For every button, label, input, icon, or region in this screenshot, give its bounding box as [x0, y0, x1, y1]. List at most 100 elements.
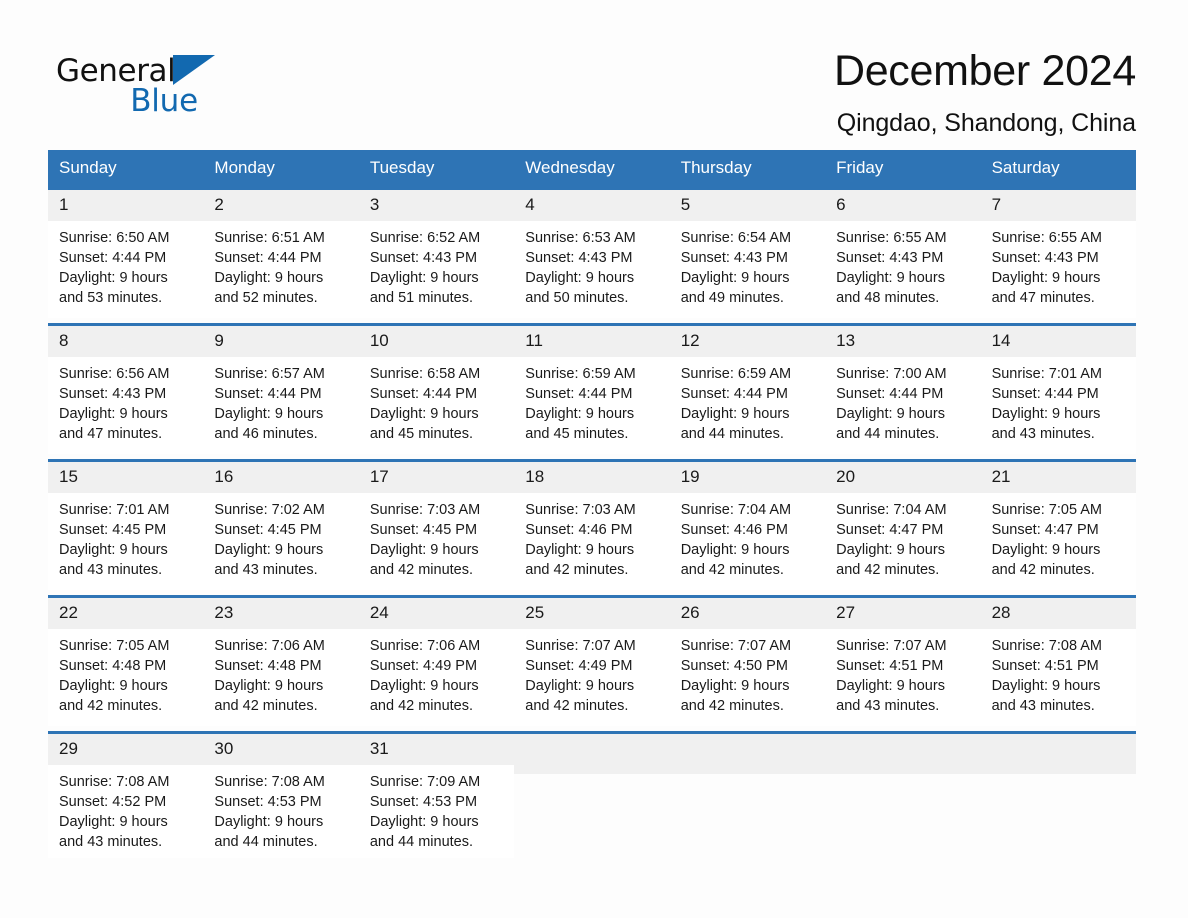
daylight-line2-text: and 42 minutes.	[369, 698, 474, 714]
sunset-text: Sunset: 4:52 PM	[59, 794, 167, 810]
sunrise-text: Sunrise: 6:54 AM	[680, 230, 792, 246]
daylight-line1-text: Daylight: 9 hours	[214, 270, 324, 286]
page-subtitle: Qingdao, Shandong, China	[836, 109, 1136, 137]
calendar-week-row: 29 Sunrise: 7:08 AM Sunset: 4:52 PM Dayligh…	[48, 731, 1136, 858]
day-cell[interactable]: 25 Sunrise: 7:07 AM Sunset: 4:49 PM Dayligh…	[514, 598, 670, 726]
day-cell[interactable]: 15 Sunrise: 7:01 AM Sunset: 4:45 PM Dayligh…	[48, 462, 204, 590]
day-cell[interactable]: 2 Sunrise: 6:51 AM Sunset: 4:44 PM Daylight…	[203, 190, 359, 318]
daylight-line1-text: Daylight: 9 hours	[59, 814, 168, 830]
day-cell[interactable]: 19 Sunrise: 7:04 AM Sunset: 4:46 PM Dayligh…	[669, 462, 826, 590]
day-details: Sunrise: 6:55 AM Sunset: 4:43 PM Daylight:…	[825, 221, 980, 314]
day-number	[669, 734, 826, 774]
day-cell[interactable]: 9 Sunrise: 6:57 AM Sunset: 4:44 PM Daylight…	[203, 326, 359, 454]
daylight-line2-text: and 42 minutes.	[59, 698, 163, 714]
calendar-week-row: 1 Sunrise: 6:50 AM Sunset: 4:44 PM Daylight…	[48, 187, 1136, 318]
calendar-weeks: 1 Sunrise: 6:50 AM Sunset: 4:44 PM Daylight…	[48, 187, 1136, 858]
sunrise-text: Sunrise: 6:53 AM	[525, 230, 636, 246]
daylight-line1-text: Daylight: 9 hours	[525, 270, 635, 286]
day-cell[interactable]: 23 Sunrise: 7:06 AM Sunset: 4:48 PM Dayligh…	[203, 598, 359, 726]
day-cell[interactable]: 16 Sunrise: 7:02 AM Sunset: 4:45 PM Dayligh…	[203, 462, 359, 590]
sunrise-text: Sunrise: 6:59 AM	[525, 366, 636, 382]
day-cell[interactable]: 26 Sunrise: 7:07 AM Sunset: 4:50 PM Dayligh…	[669, 598, 826, 726]
daylight-line1-text: Daylight: 9 hours	[836, 406, 945, 422]
sunset-text: Sunset: 4:43 PM	[369, 250, 478, 266]
day-number: 13	[825, 326, 981, 357]
daylight-line1-text: Daylight: 9 hours	[59, 406, 168, 422]
calendar-week-row: 8 Sunrise: 6:56 AM Sunset: 4:43 PM Daylight…	[48, 323, 1136, 454]
sunset-text: Sunset: 4:43 PM	[991, 250, 1099, 266]
daylight-line2-text: and 44 minutes.	[680, 426, 784, 442]
day-cell[interactable]: 13 Sunrise: 7:00 AM Sunset: 4:44 PM Dayligh…	[825, 326, 981, 454]
day-cell[interactable]: 30 Sunrise: 7:08 AM Sunset: 4:53 PM Dayligh…	[203, 734, 359, 858]
day-cell[interactable]: 24 Sunrise: 7:06 AM Sunset: 4:49 PM Dayligh…	[358, 598, 515, 726]
daylight-line1-text: Daylight: 9 hours	[59, 270, 168, 286]
sunrise-text: Sunrise: 6:50 AM	[59, 230, 170, 246]
day-cell[interactable]: 20 Sunrise: 7:04 AM Sunset: 4:47 PM Dayligh…	[825, 462, 981, 590]
day-cell[interactable]: 3 Sunrise: 6:52 AM Sunset: 4:43 PM Daylight…	[358, 190, 515, 318]
sunrise-text: Sunrise: 7:08 AM	[59, 774, 170, 790]
sunrise-text: Sunrise: 7:07 AM	[680, 638, 792, 654]
day-cell[interactable]: 1 Sunrise: 6:50 AM Sunset: 4:44 PM Daylight…	[48, 190, 204, 318]
daylight-line1-text: Daylight: 9 hours	[525, 542, 635, 558]
day-cell[interactable]: 14 Sunrise: 7:01 AM Sunset: 4:44 PM Dayligh…	[980, 326, 1136, 454]
generalblue-logo[interactable]: General Blue	[56, 44, 216, 118]
sunset-text: Sunset: 4:43 PM	[680, 250, 788, 266]
day-cell[interactable]: 21 Sunrise: 7:05 AM Sunset: 4:47 PM Dayligh…	[980, 462, 1136, 590]
day-number: 16	[203, 462, 359, 493]
sunset-text: Sunset: 4:47 PM	[991, 522, 1099, 538]
day-cell[interactable]: 18 Sunrise: 7:03 AM Sunset: 4:46 PM Dayligh…	[514, 462, 670, 590]
daylight-line1-text: Daylight: 9 hours	[680, 406, 790, 422]
day-cell[interactable]: 4 Sunrise: 6:53 AM Sunset: 4:43 PM Daylight…	[514, 190, 670, 318]
sunset-text: Sunset: 4:45 PM	[59, 522, 167, 538]
daylight-line1-text: Daylight: 9 hours	[991, 406, 1101, 422]
day-cell[interactable]: 8 Sunrise: 6:56 AM Sunset: 4:43 PM Daylight…	[48, 326, 204, 454]
day-cell[interactable]: 12 Sunrise: 6:59 AM Sunset: 4:44 PM Dayligh…	[669, 326, 826, 454]
sunset-text: Sunset: 4:44 PM	[214, 386, 322, 402]
day-number: 4	[514, 190, 670, 221]
daylight-line2-text: and 42 minutes.	[991, 562, 1095, 578]
day-cell[interactable]: 29 Sunrise: 7:08 AM Sunset: 4:52 PM Dayligh…	[48, 734, 204, 858]
sunset-text: Sunset: 4:45 PM	[369, 522, 478, 538]
day-number: 23	[203, 598, 359, 629]
sunset-text: Sunset: 4:45 PM	[214, 522, 322, 538]
title-block: December 2024 Qingdao, Shandong, China	[834, 44, 1136, 140]
sunrise-text: Sunrise: 6:56 AM	[59, 366, 170, 382]
day-details: Sunrise: 6:59 AM Sunset: 4:44 PM Daylight:…	[670, 357, 825, 450]
daylight-line2-text: and 42 minutes.	[680, 698, 784, 714]
daylight-line1-text: Daylight: 9 hours	[369, 542, 479, 558]
day-cell[interactable]: 22 Sunrise: 7:05 AM Sunset: 4:48 PM Dayligh…	[48, 598, 204, 726]
daylight-line2-text: and 42 minutes.	[525, 562, 629, 578]
sunset-text: Sunset: 4:46 PM	[680, 522, 788, 538]
calendar-page: General Blue December 2024 Qingdao, Shan…	[0, 0, 1188, 918]
sunrise-text: Sunrise: 6:59 AM	[680, 366, 792, 382]
daylight-line1-text: Daylight: 9 hours	[525, 406, 635, 422]
day-cell[interactable]: 5 Sunrise: 6:54 AM Sunset: 4:43 PM Daylight…	[669, 190, 826, 318]
day-details: Sunrise: 6:52 AM Sunset: 4:43 PM Daylight:…	[359, 221, 514, 314]
day-cell[interactable]: 28 Sunrise: 7:08 AM Sunset: 4:51 PM Dayligh…	[980, 598, 1136, 726]
day-cell[interactable]: 27 Sunrise: 7:07 AM Sunset: 4:51 PM Dayligh…	[825, 598, 981, 726]
day-number: 18	[514, 462, 670, 493]
day-cell[interactable]: 31 Sunrise: 7:09 AM Sunset: 4:53 PM Dayligh…	[358, 734, 515, 858]
daylight-line1-text: Daylight: 9 hours	[991, 542, 1101, 558]
day-cell[interactable]: 10 Sunrise: 6:58 AM Sunset: 4:44 PM Dayligh…	[358, 326, 515, 454]
day-details: Sunrise: 7:02 AM Sunset: 4:45 PM Daylight:…	[203, 493, 358, 586]
daylight-line2-text: and 42 minutes.	[369, 562, 474, 578]
weekday-header-row: Sunday Monday Tuesday Wednesday Thursday Frid…	[48, 150, 1136, 187]
sunrise-text: Sunrise: 7:01 AM	[991, 366, 1102, 382]
day-number: 9	[203, 326, 359, 357]
weekday-header-saturday: Saturday	[991, 158, 1060, 177]
day-details: Sunrise: 7:00 AM Sunset: 4:44 PM Daylight:…	[825, 357, 980, 450]
day-cell[interactable]: 6 Sunrise: 6:55 AM Sunset: 4:43 PM Daylight…	[825, 190, 981, 318]
daylight-line1-text: Daylight: 9 hours	[59, 542, 168, 558]
daylight-line2-text: and 42 minutes.	[680, 562, 784, 578]
sunrise-text: Sunrise: 7:03 AM	[369, 502, 481, 518]
sunset-text: Sunset: 4:49 PM	[525, 658, 633, 674]
day-cell[interactable]: 17 Sunrise: 7:03 AM Sunset: 4:45 PM Dayligh…	[358, 462, 515, 590]
day-number: 7	[980, 190, 1136, 221]
daylight-line2-text: and 49 minutes.	[680, 290, 784, 306]
day-cell[interactable]: 11 Sunrise: 6:59 AM Sunset: 4:44 PM Dayligh…	[514, 326, 670, 454]
daylight-line1-text: Daylight: 9 hours	[369, 270, 479, 286]
daylight-line1-text: Daylight: 9 hours	[836, 542, 945, 558]
day-cell[interactable]: 7 Sunrise: 6:55 AM Sunset: 4:43 PM Daylight…	[980, 190, 1136, 318]
day-details: Sunrise: 6:51 AM Sunset: 4:44 PM Daylight:…	[203, 221, 358, 314]
